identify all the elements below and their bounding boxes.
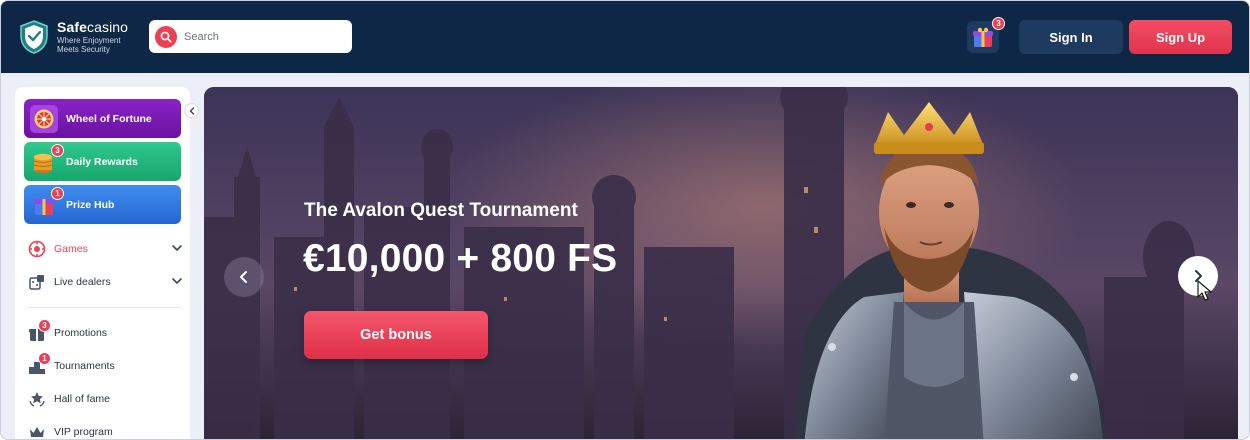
sidebar: Wheel of Fortune 3 Daily Rewards 1 Prize… [15, 87, 190, 439]
sidebar-item-label: Hall of fame [54, 393, 111, 405]
crown-icon [28, 423, 46, 439]
sidebar-item-hall-of-fame[interactable]: Hall of fame [28, 388, 183, 410]
sidebar-item-tournaments[interactable]: 1 Tournaments [28, 352, 183, 377]
sidebar-divider [28, 307, 181, 308]
app-frame: Safecasino Where Enjoyment Meets Securit… [0, 0, 1250, 440]
top-header: Safecasino Where Enjoyment Meets Securit… [1, 1, 1249, 73]
sidebar-promo-daily-rewards[interactable]: 3 Daily Rewards [24, 142, 181, 181]
promotions-icon: 3 [28, 319, 51, 342]
shield-logo-icon [20, 19, 48, 54]
carousel-prev-button[interactable] [224, 257, 264, 297]
sidebar-item-label: Promotions [54, 327, 108, 339]
mouse-cursor-icon [1197, 280, 1212, 301]
chevron-down-icon[interactable] [171, 242, 183, 254]
wheel-icon [30, 105, 58, 133]
sign-in-button[interactable]: Sign In [1019, 20, 1123, 54]
daily-rewards-badge: 3 [51, 144, 64, 157]
sidebar-promo-wheel-of-fortune[interactable]: Wheel of Fortune [24, 99, 181, 138]
sidebar-item-label: Tournaments [54, 360, 115, 372]
chevron-left-icon [189, 106, 194, 115]
search-icon[interactable] [155, 25, 177, 48]
gift-badge: 3 [992, 17, 1005, 30]
promo-label: Prize Hub [66, 198, 115, 211]
gift-icon: 1 [30, 187, 64, 219]
live-dealers-icon [28, 273, 46, 291]
sidebar-promo-prize-hub[interactable]: 1 Prize Hub [24, 185, 181, 224]
sidebar-item-label: Live dealers [54, 276, 111, 288]
search-input[interactable] [184, 30, 344, 43]
gift-button[interactable]: 3 [967, 17, 1005, 53]
promotions-badge: 3 [38, 319, 51, 332]
prize-hub-badge: 1 [51, 187, 64, 200]
chevron-down-icon[interactable] [171, 275, 183, 287]
sidebar-item-vip-program[interactable]: VIP program [28, 421, 183, 439]
promo-label: Wheel of Fortune [66, 112, 152, 125]
promo-label: Daily Rewards [66, 155, 138, 168]
gift-box-icon [973, 27, 993, 47]
tournaments-badge: 1 [38, 352, 51, 365]
sidebar-item-label: Games [54, 243, 88, 255]
tournaments-icon: 1 [28, 352, 51, 375]
get-bonus-button[interactable]: Get bonus [304, 311, 488, 359]
hero-banner[interactable]: The Avalon Quest Tournament €10,000 + 80… [204, 87, 1238, 439]
sidebar-collapse-button[interactable] [184, 103, 199, 118]
search-box[interactable] [149, 20, 352, 53]
banner-title: €10,000 + 800 FS [303, 237, 618, 280]
chevron-left-icon [240, 271, 247, 283]
coins-icon: 3 [30, 144, 64, 176]
brand-name: Safecasino [57, 19, 129, 35]
brand-tagline: Where Enjoyment Meets Security [57, 36, 121, 54]
games-icon [28, 240, 46, 258]
brand-logo[interactable]: Safecasino Where Enjoyment Meets Securit… [19, 19, 128, 54]
sidebar-item-live-dealers[interactable]: Live dealers [28, 271, 183, 293]
sign-up-button[interactable]: Sign Up [1129, 20, 1232, 54]
banner-subtitle: The Avalon Quest Tournament [304, 200, 578, 221]
sidebar-item-promotions[interactable]: 3 Promotions [28, 319, 183, 344]
hall-of-fame-icon [28, 390, 46, 408]
sidebar-item-games[interactable]: Games [28, 238, 183, 260]
sidebar-item-label: VIP program [54, 426, 113, 438]
